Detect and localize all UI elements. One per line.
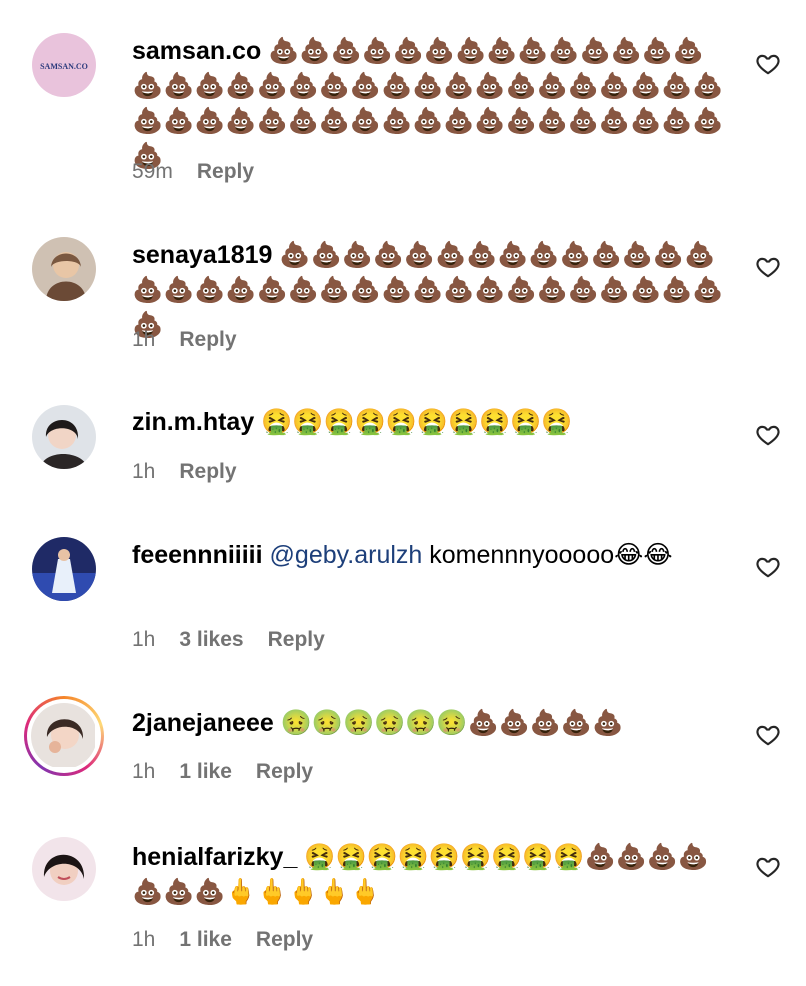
heart-outline-icon[interactable] xyxy=(754,51,782,77)
heart-outline-icon[interactable] xyxy=(754,854,782,880)
comment-username[interactable]: 2janejaneee xyxy=(132,709,274,737)
comment-likes[interactable]: 1 like xyxy=(179,760,232,784)
comment-username[interactable]: senaya1819 xyxy=(132,241,272,269)
comment-body: 🤢🤢🤢🤢🤢🤢💩💩💩💩💩 xyxy=(280,709,624,737)
comment-time[interactable]: 1h xyxy=(132,928,155,952)
avatar xyxy=(27,699,101,773)
comment-likes[interactable]: 1 like xyxy=(179,928,232,952)
avatar-logo-text: SAMSAN.CO xyxy=(40,62,88,71)
comment-text: zin.m.htay 🤮🤮🤮🤮🤮🤮🤮🤮🤮🤮 xyxy=(132,405,732,440)
avatar[interactable] xyxy=(32,405,96,469)
heart-outline-icon[interactable] xyxy=(754,554,782,580)
comment-username[interactable]: samsan.co xyxy=(132,37,261,65)
comment-text: samsan.co 💩💩💩💩💩💩💩💩💩💩💩💩💩💩💩💩💩💩💩💩💩💩💩💩💩💩💩💩💩💩… xyxy=(132,34,732,174)
comment-mention-link[interactable]: @geby.arulzh xyxy=(270,541,423,569)
comment-meta: 59m Reply xyxy=(132,160,254,184)
avatar-story-ring[interactable] xyxy=(24,696,104,776)
comment-meta: 1h 1 like Reply xyxy=(132,760,313,784)
comment-meta: 1h Reply xyxy=(132,460,237,484)
avatar[interactable]: SAMSAN.CO xyxy=(32,33,96,97)
reply-button[interactable]: Reply xyxy=(256,928,313,952)
reply-button[interactable]: Reply xyxy=(268,628,325,652)
avatar[interactable] xyxy=(32,837,96,901)
reply-button[interactable]: Reply xyxy=(179,460,236,484)
comment-body: komennnyooooo😂😂 xyxy=(429,541,673,569)
comment-text: 2janejaneee 🤢🤢🤢🤢🤢🤢💩💩💩💩💩 xyxy=(132,706,732,741)
comment-username[interactable]: zin.m.htay xyxy=(132,408,254,436)
comment-meta: 1h 3 likes Reply xyxy=(132,628,325,652)
reply-button[interactable]: Reply xyxy=(179,328,236,352)
avatar[interactable] xyxy=(32,237,96,301)
comment-time[interactable]: 59m xyxy=(132,160,173,184)
heart-outline-icon[interactable] xyxy=(754,254,782,280)
comment-text: feeennniiiii @geby.arulzh komennnyooooo😂… xyxy=(132,538,732,573)
comment-time[interactable]: 1h xyxy=(132,760,155,784)
comment-time[interactable]: 1h xyxy=(132,328,155,352)
comment-meta: 1h Reply xyxy=(132,328,237,352)
comment-text: henialfarizky_ 🤮🤮🤮🤮🤮🤮🤮🤮🤮💩💩💩💩💩💩💩🖕🖕🖕🖕🖕 xyxy=(132,840,732,910)
comment-likes[interactable]: 3 likes xyxy=(179,628,243,652)
comment-time[interactable]: 1h xyxy=(132,460,155,484)
reply-button[interactable]: Reply xyxy=(197,160,254,184)
heart-outline-icon[interactable] xyxy=(754,422,782,448)
comment-time[interactable]: 1h xyxy=(132,628,155,652)
comment-body: 🤮🤮🤮🤮🤮🤮🤮🤮🤮🤮 xyxy=(261,408,573,436)
comment-meta: 1h 1 like Reply xyxy=(132,928,313,952)
reply-button[interactable]: Reply xyxy=(256,760,313,784)
comment-username[interactable]: henialfarizky_ xyxy=(132,843,297,871)
avatar[interactable] xyxy=(32,537,96,601)
heart-outline-icon[interactable] xyxy=(754,722,782,748)
comment-username[interactable]: feeennniiiii xyxy=(132,541,263,569)
